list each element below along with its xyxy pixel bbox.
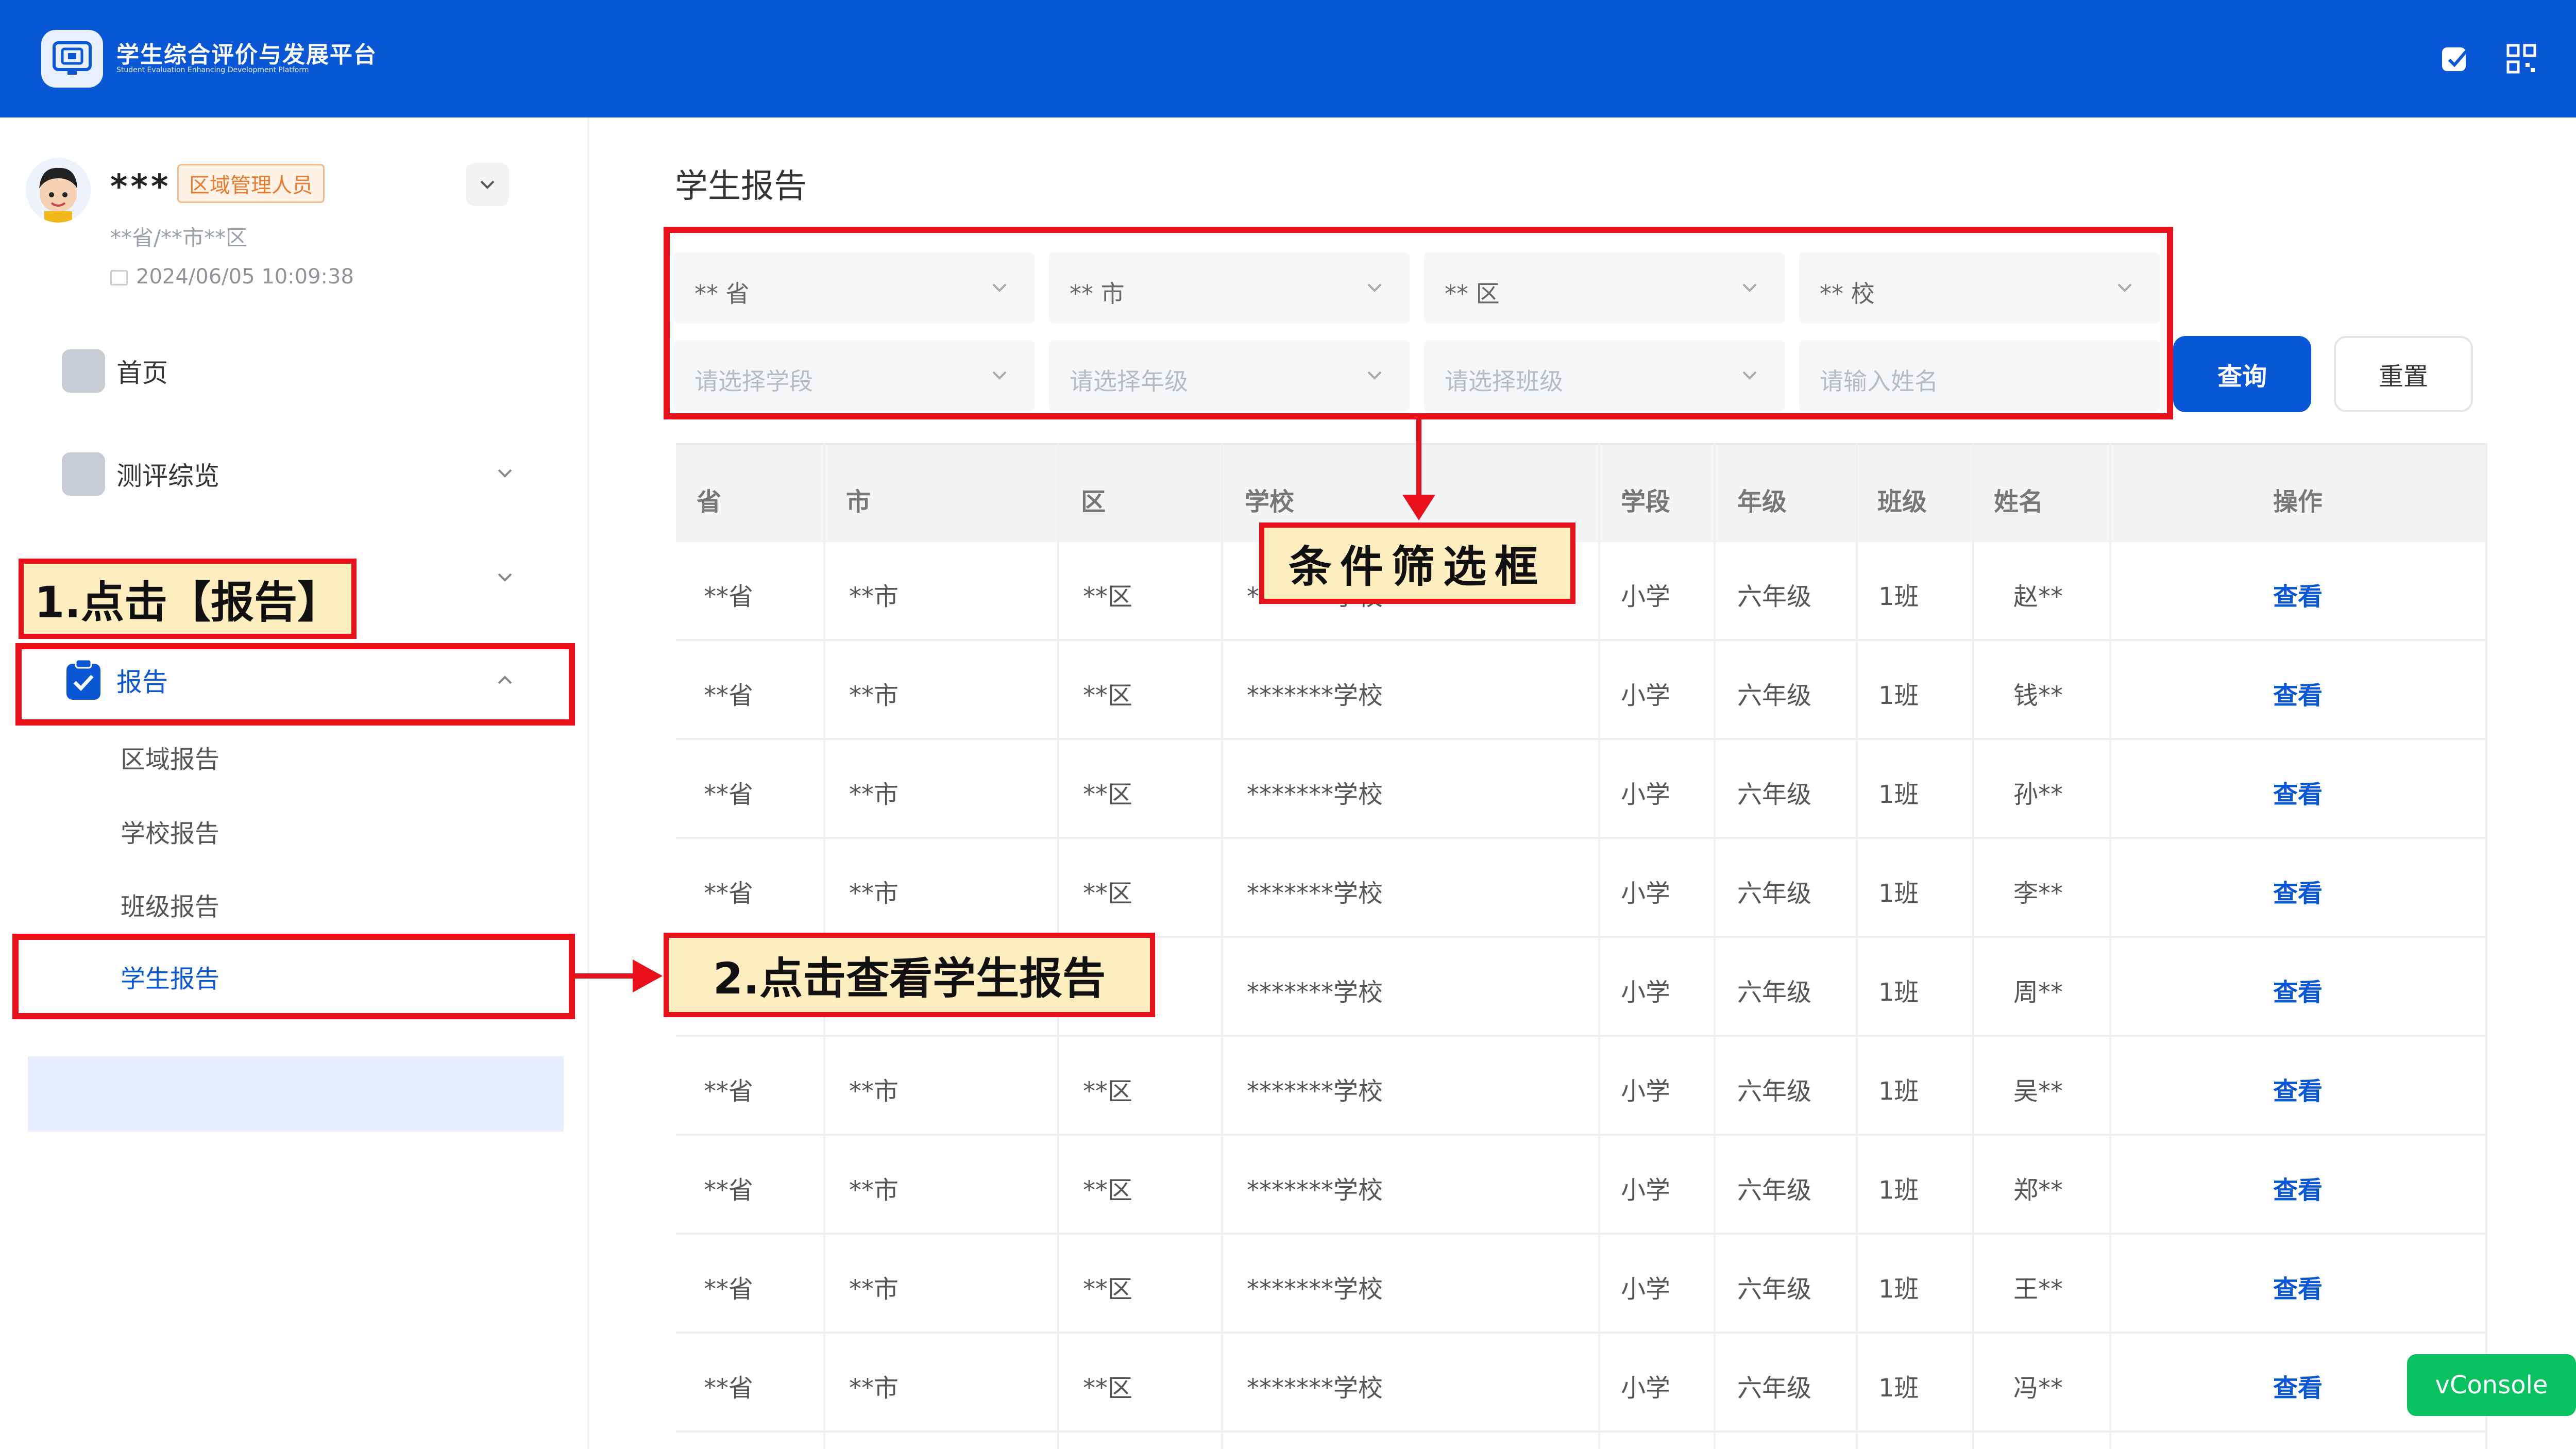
arrow-head-down-icon <box>1402 495 1435 520</box>
arrow-head-right-icon <box>633 959 663 992</box>
annotation-arrows <box>575 419 1435 992</box>
